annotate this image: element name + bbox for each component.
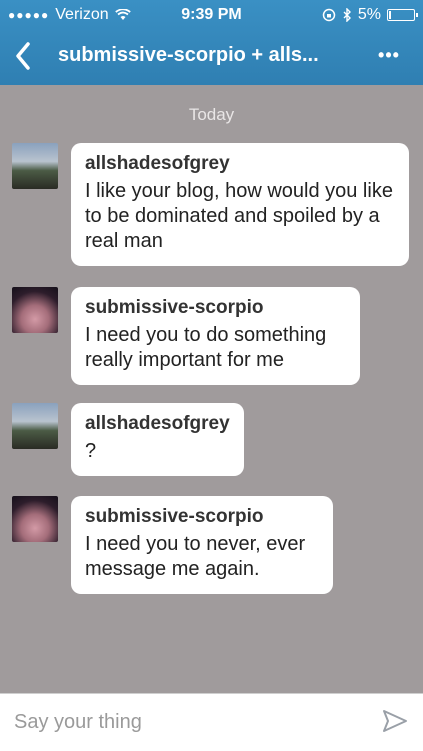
- message-sender: submissive-scorpio: [85, 297, 264, 318]
- battery-icon: [387, 9, 418, 21]
- nav-bar: submissive-scorpio + alls... •••: [0, 30, 423, 85]
- message-sender: allshadesofgrey: [85, 153, 230, 174]
- message-bubble: allshadesofgrey ?: [71, 403, 244, 476]
- rotation-lock-icon: [322, 8, 336, 22]
- battery-percent: 5%: [357, 6, 381, 23]
- message-input[interactable]: [0, 694, 360, 750]
- status-right: 5%: [322, 6, 418, 24]
- message: allshadesofgrey I like your blog, how wo…: [12, 143, 409, 266]
- message-text: I need you to do something really import…: [85, 324, 327, 371]
- message-bubble: submissive-scorpio I need you to never, …: [71, 496, 333, 594]
- send-arrow-icon: [383, 710, 407, 732]
- header: ●●●●● Verizon 9:39 PM 5% submissive-scor…: [0, 0, 423, 85]
- bluetooth-icon: [343, 8, 351, 22]
- back-button[interactable]: [8, 38, 38, 74]
- avatar[interactable]: [12, 143, 58, 189]
- avatar[interactable]: [12, 287, 58, 333]
- chevron-left-icon: [16, 42, 30, 70]
- message-text: ?: [85, 440, 97, 462]
- message-bubble: allshadesofgrey I like your blog, how wo…: [71, 143, 409, 266]
- avatar[interactable]: [12, 403, 58, 449]
- message-text: I like your blog, how would you like to …: [85, 180, 393, 252]
- message: allshadesofgrey ?: [12, 403, 244, 476]
- conversation-title: submissive-scorpio + alls...: [58, 44, 319, 66]
- composer-bar: [0, 693, 423, 751]
- more-button[interactable]: •••: [369, 40, 409, 70]
- message-bubble: submissive-scorpio I need you to do some…: [71, 287, 360, 385]
- message-sender: submissive-scorpio: [85, 506, 264, 527]
- message-sender: allshadesofgrey: [85, 413, 230, 434]
- battery-fill: [389, 11, 391, 19]
- message: submissive-scorpio I need you to do some…: [12, 287, 360, 385]
- message: submissive-scorpio I need you to never, …: [12, 496, 333, 594]
- date-divider: Today: [188, 105, 235, 124]
- message-text: I need you to never, ever message me aga…: [85, 533, 306, 580]
- status-bar: ●●●●● Verizon 9:39 PM 5%: [0, 0, 423, 30]
- avatar[interactable]: [12, 496, 58, 542]
- chat-area[interactable]: Today allshadesofgrey I like your blog, …: [0, 85, 423, 693]
- send-button[interactable]: [381, 708, 411, 736]
